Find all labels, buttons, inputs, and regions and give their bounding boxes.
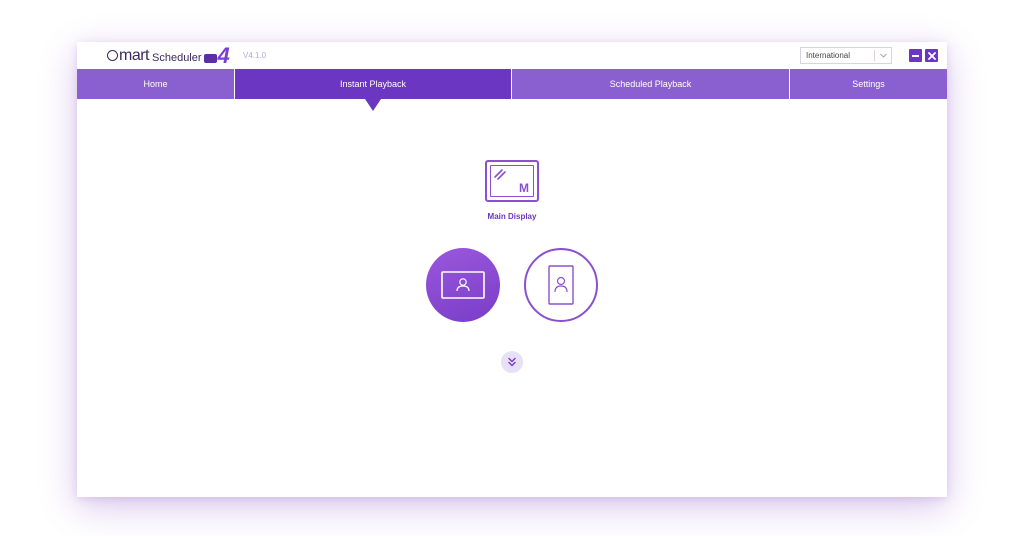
language-select[interactable]: International (800, 47, 892, 64)
logo-scheduler-text: Scheduler (152, 51, 202, 64)
main-nav: Home Instant Playback Scheduled Playback… (77, 69, 947, 111)
landscape-orientation-button[interactable] (426, 248, 500, 322)
display-screen: M (490, 165, 534, 197)
tab-home-label: Home (143, 79, 168, 89)
expand-button[interactable] (501, 351, 523, 373)
portrait-user-icon (548, 265, 574, 305)
logo-smart-text: mart (119, 47, 150, 64)
display-glare-icon (494, 169, 506, 180)
tab-instant-playback[interactable]: Instant Playback (235, 69, 512, 111)
display-badge: M (519, 181, 529, 195)
tab-settings-label: Settings (852, 79, 885, 89)
close-icon (927, 51, 936, 60)
main-display-label: Main Display (487, 212, 537, 221)
tab-instant-playback-label: Instant Playback (339, 79, 407, 89)
language-select-value: International (806, 51, 851, 60)
tab-scheduled-playback[interactable]: Scheduled Playback (512, 69, 790, 99)
main-display-card[interactable]: M (485, 160, 539, 202)
app-window: mart Scheduler 4 V4.1.0 International Ho… (77, 42, 947, 497)
app-logo: mart Scheduler 4 (107, 45, 230, 67)
tab-scheduled-playback-label: Scheduled Playback (609, 79, 692, 89)
minimize-icon (912, 54, 919, 57)
close-button[interactable] (925, 49, 938, 62)
bulb-icon (107, 50, 118, 61)
logo-version-mark: 4 (217, 43, 230, 68)
double-chevron-down-icon (508, 357, 516, 367)
tab-home[interactable]: Home (77, 69, 235, 99)
minimize-button[interactable] (909, 49, 922, 62)
chevron-down-icon[interactable] (874, 50, 891, 61)
title-bar: mart Scheduler 4 V4.1.0 International (77, 42, 947, 69)
logo-smart: mart (107, 47, 150, 65)
landscape-user-icon (441, 271, 485, 299)
tab-settings[interactable]: Settings (790, 69, 947, 99)
portrait-orientation-button[interactable] (524, 248, 598, 322)
logo-badge-icon (203, 53, 217, 63)
version-label: V4.1.0 (243, 51, 267, 60)
